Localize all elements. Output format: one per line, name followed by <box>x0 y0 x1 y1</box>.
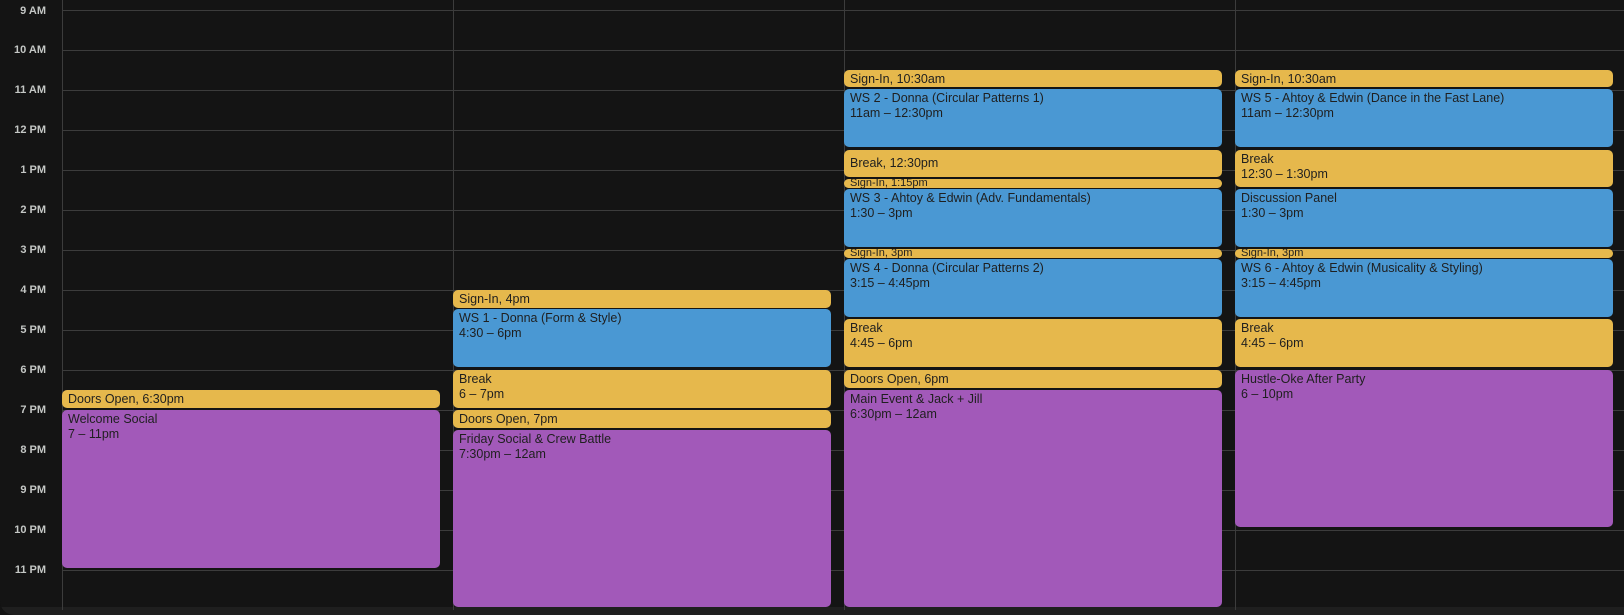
event-time: 10:30am <box>896 72 946 86</box>
event-time: 6pm <box>924 372 949 386</box>
event-title: Doors Open <box>850 372 918 386</box>
event-time: 3pm <box>1281 249 1304 258</box>
event-title: Friday Social & Crew Battle <box>459 432 612 446</box>
hour-label: 3 PM <box>20 244 46 256</box>
event-title: Main Event & Jack + Jill <box>850 392 983 406</box>
event-title: Sign-In <box>850 179 885 188</box>
event-title: Sign-In <box>850 72 890 86</box>
event-title: Sign-In <box>1241 72 1281 86</box>
event-welcome-social[interactable]: Welcome Social 7 – 11pm <box>62 410 440 568</box>
event-break[interactable]: Break, 12:30pm <box>844 150 1222 177</box>
event-title: Break <box>850 156 883 170</box>
event-title: WS 3 - Ahtoy & Edwin (Adv. Fundamentals) <box>850 191 1091 205</box>
event-time: 7 – 11pm <box>68 427 120 441</box>
event-main-event[interactable]: Main Event & Jack + Jill 6:30pm – 12am <box>844 390 1222 607</box>
hour-gridline <box>62 10 1624 11</box>
event-sign-in[interactable]: Sign-In, 3pm <box>844 249 1222 258</box>
hour-label: 4 PM <box>20 284 46 296</box>
event-title: WS 5 - Ahtoy & Edwin (Dance in the Fast … <box>1241 91 1505 105</box>
event-break[interactable]: Break 12:30 – 1:30pm <box>1235 150 1613 187</box>
event-sign-in[interactable]: Sign-In, 10:30am <box>1235 70 1613 87</box>
hour-label: 9 AM <box>20 5 46 17</box>
hour-label: 8 PM <box>20 444 46 456</box>
event-time: 7pm <box>533 412 558 426</box>
event-time: 11am – 12:30pm <box>850 106 943 120</box>
event-workshop-1[interactable]: WS 1 - Donna (Form & Style) 4:30 – 6pm <box>453 309 831 367</box>
event-title: Doors Open <box>68 392 136 406</box>
hour-gridline <box>62 50 1624 51</box>
event-time: 4:45 – 6pm <box>850 336 913 350</box>
event-title: Discussion Panel <box>1241 191 1337 205</box>
event-workshop-4[interactable]: WS 4 - Donna (Circular Patterns 2) 3:15 … <box>844 259 1222 317</box>
hour-label: 1 PM <box>20 164 46 176</box>
event-time: 1:30 – 3pm <box>1241 206 1304 220</box>
event-title: WS 4 - Donna (Circular Patterns 2) <box>850 261 1044 275</box>
event-after-party[interactable]: Hustle-Oke After Party 6 – 10pm <box>1235 370 1613 527</box>
event-title: Welcome Social <box>68 412 158 426</box>
event-workshop-6[interactable]: WS 6 - Ahtoy & Edwin (Musicality & Styli… <box>1235 259 1613 317</box>
hour-label: 9 PM <box>20 484 46 496</box>
event-time: 11am – 12:30pm <box>1241 106 1334 120</box>
event-time: 4pm <box>505 292 530 306</box>
event-friday-social[interactable]: Friday Social & Crew Battle 7:30pm – 12a… <box>453 430 831 607</box>
hour-label: 7 PM <box>20 404 46 416</box>
event-time: 1:15pm <box>890 179 928 188</box>
hour-gridline <box>62 570 1624 571</box>
event-title: WS 2 - Donna (Circular Patterns 1) <box>850 91 1044 105</box>
event-time: 1:30 – 3pm <box>850 206 913 220</box>
event-break[interactable]: Break 4:45 – 6pm <box>1235 319 1613 367</box>
bottom-strip <box>0 607 1624 615</box>
hour-label: 2 PM <box>20 204 46 216</box>
event-title: Break <box>1241 152 1274 166</box>
event-title: Sign-In <box>459 292 499 306</box>
event-time: 3:15 – 4:45pm <box>1241 276 1321 290</box>
event-time: 12:30pm <box>889 156 939 170</box>
event-sign-in[interactable]: Sign-In, 4pm <box>453 290 831 308</box>
event-title: Sign-In <box>850 249 885 258</box>
event-time: 4:30 – 6pm <box>459 326 522 340</box>
event-discussion-panel[interactable]: Discussion Panel 1:30 – 3pm <box>1235 189 1613 247</box>
event-title: WS 6 - Ahtoy & Edwin (Musicality & Styli… <box>1241 261 1483 275</box>
event-time: 6:30pm <box>142 392 185 406</box>
hour-label: 11 AM <box>14 84 46 96</box>
event-break[interactable]: Break 4:45 – 6pm <box>844 319 1222 367</box>
event-break[interactable]: Break 6 – 7pm <box>453 370 831 408</box>
event-time: 10:30am <box>1287 72 1337 86</box>
event-title: Break <box>459 372 492 386</box>
event-time: 4:45 – 6pm <box>1241 336 1304 350</box>
hour-label: 12 PM <box>14 124 46 136</box>
event-doors-open[interactable]: Doors Open, 6:30pm <box>62 390 440 408</box>
hour-label: 6 PM <box>20 364 46 376</box>
event-title: Break <box>1241 321 1274 335</box>
event-title: WS 1 - Donna (Form & Style) <box>459 311 622 325</box>
hour-label: 10 PM <box>14 524 46 536</box>
event-title: Hustle-Oke After Party <box>1241 372 1366 386</box>
event-time: 6:30pm – 12am <box>850 407 937 421</box>
event-workshop-2[interactable]: WS 2 - Donna (Circular Patterns 1) 11am … <box>844 89 1222 147</box>
event-workshop-5[interactable]: WS 5 - Ahtoy & Edwin (Dance in the Fast … <box>1235 89 1613 147</box>
event-sign-in[interactable]: Sign-In, 3pm <box>1235 249 1613 258</box>
hour-label: 5 PM <box>20 324 46 336</box>
hour-label: 10 AM <box>14 44 46 56</box>
event-title: Sign-In <box>1241 249 1276 258</box>
event-sign-in[interactable]: Sign-In, 10:30am <box>844 70 1222 87</box>
event-workshop-3[interactable]: WS 3 - Ahtoy & Edwin (Adv. Fundamentals)… <box>844 189 1222 247</box>
event-time: 12:30 – 1:30pm <box>1241 167 1328 181</box>
event-title: Doors Open <box>459 412 527 426</box>
event-doors-open[interactable]: Doors Open, 7pm <box>453 410 831 428</box>
event-sign-in[interactable]: Sign-In, 1:15pm <box>844 179 1222 188</box>
event-time: 6 – 10pm <box>1241 387 1294 401</box>
hour-label: 11 PM <box>14 564 46 576</box>
calendar-week-view: 9 AM 10 AM 11 AM 12 PM 1 PM 2 PM 3 PM 4 … <box>0 0 1624 615</box>
event-time: 7:30pm – 12am <box>459 447 546 461</box>
event-time: 3pm <box>890 249 913 258</box>
event-time: 6 – 7pm <box>459 387 505 401</box>
event-doors-open[interactable]: Doors Open, 6pm <box>844 370 1222 388</box>
event-title: Break <box>850 321 883 335</box>
event-time: 3:15 – 4:45pm <box>850 276 930 290</box>
